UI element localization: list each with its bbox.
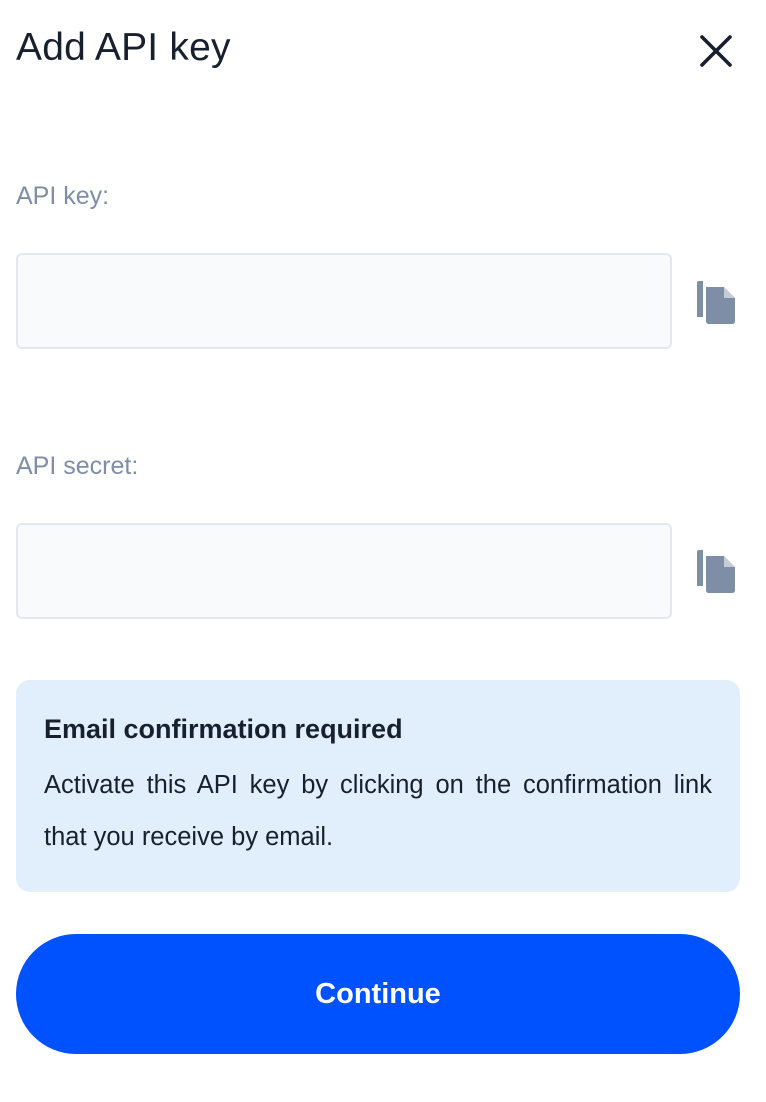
notice-title: Email confirmation required bbox=[44, 714, 403, 744]
api-key-input[interactable] bbox=[16, 253, 672, 349]
copy-icon bbox=[697, 281, 735, 324]
copy-api-key-button[interactable] bbox=[694, 279, 738, 327]
api-key-label: API key: bbox=[16, 182, 110, 210]
notice-text: Activate this API key by clicking on the… bbox=[44, 771, 712, 851]
continue-button[interactable]: Continue bbox=[16, 934, 740, 1054]
copy-icon bbox=[697, 550, 735, 593]
close-button[interactable] bbox=[695, 30, 737, 72]
add-api-key-dialog: Add API key API key: API secret: Email c… bbox=[0, 0, 766, 1102]
copy-api-secret-button[interactable] bbox=[694, 548, 738, 596]
api-secret-label: API secret: bbox=[16, 452, 139, 480]
dialog-title: Add API key bbox=[16, 26, 231, 69]
close-icon bbox=[700, 35, 732, 67]
email-confirmation-notice: Email confirmation required Activate thi… bbox=[16, 680, 740, 892]
api-secret-input[interactable] bbox=[16, 523, 672, 619]
